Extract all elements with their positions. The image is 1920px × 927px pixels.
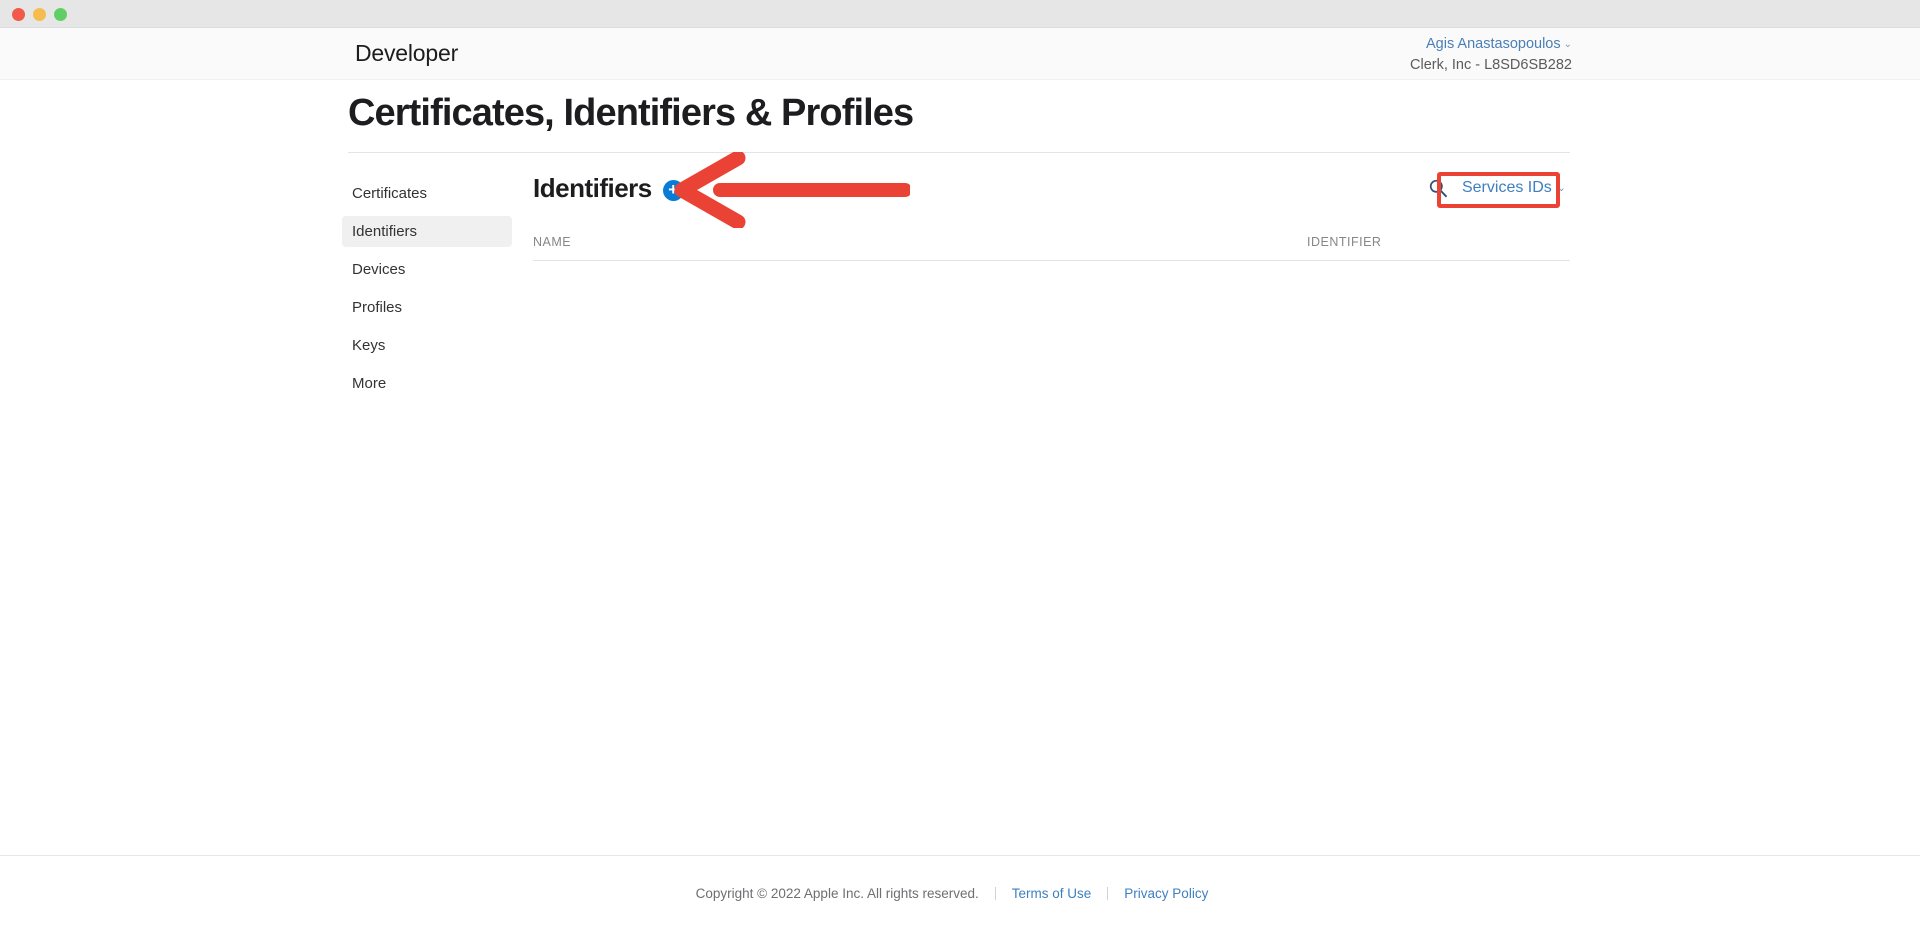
identifier-type-filter[interactable]: Services IDs ⌄	[1458, 177, 1570, 199]
team-label: Clerk, Inc - L8SD6SB282	[1410, 57, 1572, 74]
sidebar-item-identifiers[interactable]: Identifiers	[342, 216, 512, 247]
add-identifier-button[interactable]: +	[662, 179, 684, 201]
footer-divider	[0, 855, 1920, 856]
section-title: Identifiers	[533, 172, 652, 203]
apple-developer-logo[interactable]: Developer	[348, 40, 458, 67]
content-header: Identifiers + Services IDs ⌄	[533, 170, 1570, 206]
filter-value-label: Services IDs	[1461, 179, 1552, 196]
page-title: Certificates, Identifiers & Profiles	[348, 92, 914, 134]
content-header-controls: Services IDs ⌄	[1428, 177, 1570, 199]
sidebar-item-profiles[interactable]: Profiles	[342, 292, 512, 323]
window-titlebar	[0, 0, 1920, 28]
search-icon[interactable]	[1428, 178, 1448, 198]
sidebar-item-devices[interactable]: Devices	[342, 254, 512, 285]
identifiers-table: NAME IDENTIFIER	[533, 235, 1570, 301]
title-divider	[348, 151, 1570, 153]
section-title-group: Identifiers +	[533, 173, 684, 204]
main-content: Identifiers + Services IDs ⌄ NAME IDENTI…	[533, 170, 1570, 301]
sidebar-item-more[interactable]: More	[342, 368, 512, 399]
sidebar-item-certificates[interactable]: Certificates	[342, 178, 512, 209]
table-body-empty	[533, 261, 1570, 301]
copyright-text: Copyright © 2022 Apple Inc. All rights r…	[695, 886, 979, 901]
traffic-lights	[12, 8, 67, 21]
maximize-button[interactable]	[54, 8, 67, 21]
site-header: Developer Agis Anastasopoulos ⌄ Clerk, In…	[0, 28, 1920, 80]
account-name-label: Agis Anastasopoulos	[1425, 36, 1561, 52]
chevron-down-icon: ⌄	[1563, 39, 1572, 50]
column-header-name: NAME	[533, 235, 572, 249]
minimize-button[interactable]	[33, 8, 46, 21]
terms-of-use-link[interactable]: Terms of Use	[996, 886, 1108, 901]
sidebar-item-keys[interactable]: Keys	[342, 330, 512, 361]
brand-label: Developer	[355, 40, 459, 66]
account-block: Agis Anastasopoulos ⌄ Clerk, Inc - L8SD6S…	[1410, 34, 1572, 76]
column-header-identifier: IDENTIFIER	[1307, 235, 1382, 249]
account-menu-button[interactable]: Agis Anastasopoulos ⌄	[1410, 34, 1572, 55]
site-footer: Copyright © 2022 Apple Inc. All rights r…	[0, 886, 1920, 901]
page-title-section: Certificates, Identifiers & Profiles	[348, 92, 1570, 153]
sidebar-nav: Certificates Identifiers Devices Profile…	[342, 178, 512, 406]
table-header-row: NAME IDENTIFIER	[533, 235, 1570, 261]
close-button[interactable]	[12, 8, 25, 21]
chevron-down-icon: ⌄	[1556, 181, 1566, 194]
privacy-policy-link[interactable]: Privacy Policy	[1108, 886, 1224, 901]
